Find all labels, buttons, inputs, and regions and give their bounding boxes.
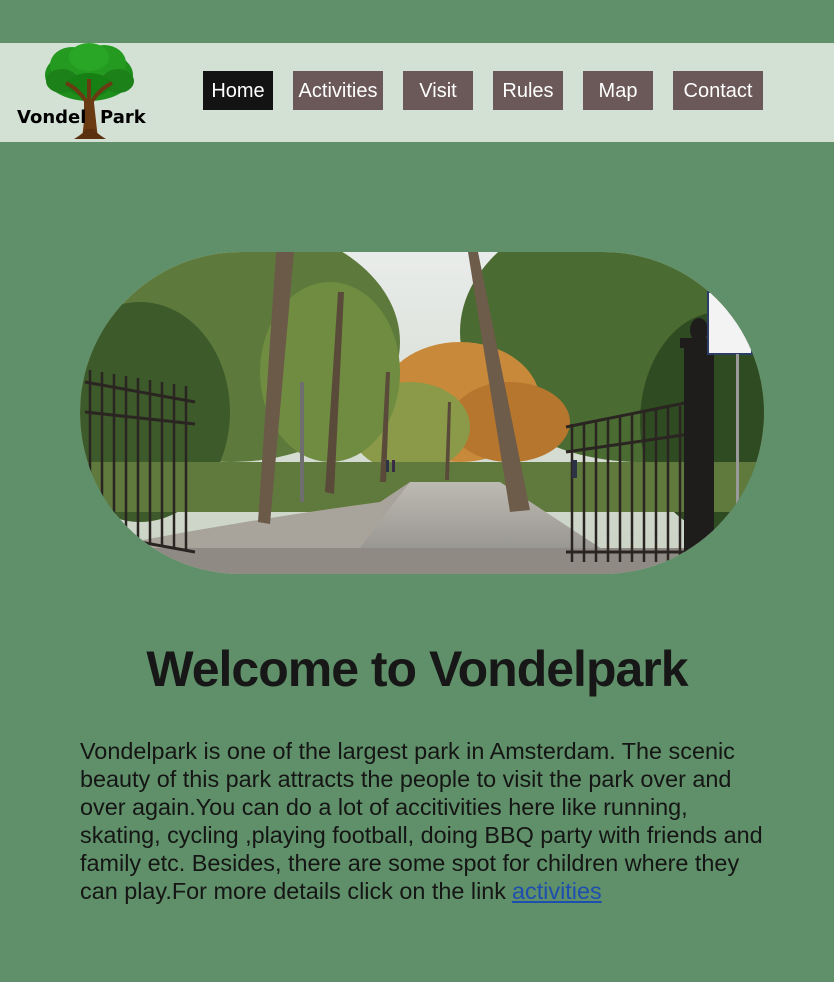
- intro-paragraph: Vondelpark is one of the largest park in…: [80, 737, 770, 905]
- nav-contact-label: Contact: [683, 80, 753, 102]
- nav-map-button[interactable]: Map: [583, 71, 653, 110]
- nav-visit-button[interactable]: Visit: [403, 71, 473, 110]
- page-title: Welcome to Vondelpark: [146, 641, 688, 697]
- nav-activities-label: Activities: [298, 80, 378, 102]
- nav-map-label: Map: [598, 80, 638, 102]
- activities-link[interactable]: activities: [512, 878, 602, 904]
- nav-visit-label: Visit: [419, 80, 457, 102]
- nav-rules-label: Rules: [502, 80, 554, 102]
- park-entrance-photo: [80, 252, 764, 574]
- nav-home-label: Home: [211, 80, 265, 102]
- logo-word-park: Park: [100, 107, 146, 128]
- nav-activities-button[interactable]: Activities: [293, 71, 383, 110]
- logo-word-vondel: Vondel: [17, 107, 87, 128]
- logo-text: Vondel Park: [16, 105, 146, 131]
- site-header: Vondel Park Home Activities Visit Rules …: [0, 43, 834, 142]
- nav-rules-button[interactable]: Rules: [493, 71, 563, 110]
- nav-home-button[interactable]: Home: [203, 71, 273, 110]
- site-logo[interactable]: Vondel Park: [16, 43, 146, 142]
- intro-text: Vondelpark is one of the largest park in…: [80, 738, 763, 904]
- nav-contact-button[interactable]: Contact: [673, 71, 763, 110]
- hero-image: [80, 252, 764, 574]
